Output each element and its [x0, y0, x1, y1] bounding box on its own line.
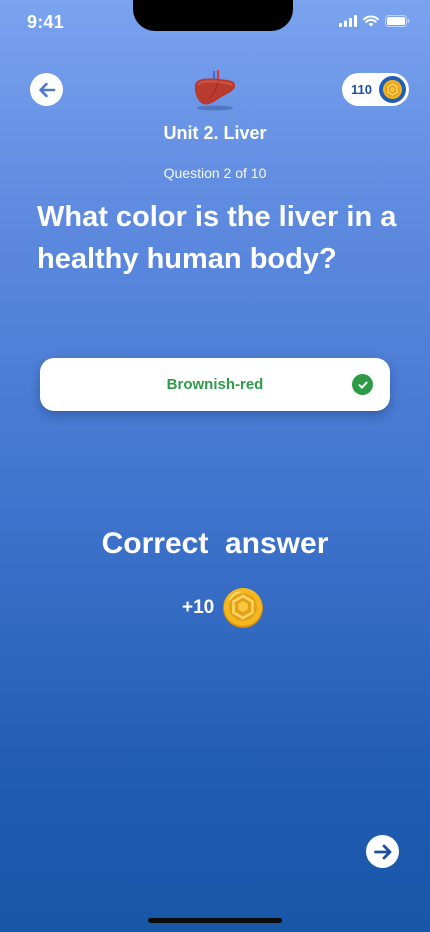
status-time: 9:41: [27, 12, 64, 32]
cellular-signal-icon: [339, 15, 357, 27]
status-bar: 9:41: [0, 0, 430, 48]
coin-count: 110: [351, 82, 372, 97]
coin-icon: [223, 588, 264, 628]
reward-row: +10: [182, 587, 264, 629]
arrow-left-icon: [38, 82, 55, 97]
reward-amount: +10: [182, 597, 215, 618]
liver-icon: [194, 69, 236, 111]
question-counter: Question 2 of 10: [163, 165, 267, 181]
result-title: Correct answer: [101, 527, 329, 560]
unit-title: Unit 2. Liver: [163, 123, 267, 143]
coin-balance: 110: [342, 73, 409, 106]
answer-option-correct[interactable]: Brownish-red: [40, 358, 390, 411]
check-icon: [352, 374, 373, 395]
answer-label: Brownish-red: [166, 376, 264, 393]
wifi-icon: [363, 15, 379, 27]
question-text: What color is the liver in a healthy hum…: [37, 201, 397, 275]
next-button[interactable]: [366, 835, 399, 868]
notch: [133, 0, 293, 31]
battery-icon: [385, 15, 410, 27]
coin-icon: [379, 76, 406, 103]
arrow-right-icon: [373, 844, 391, 859]
status-icons: [339, 15, 410, 27]
back-button[interactable]: [30, 73, 63, 106]
home-indicator: [148, 918, 282, 923]
